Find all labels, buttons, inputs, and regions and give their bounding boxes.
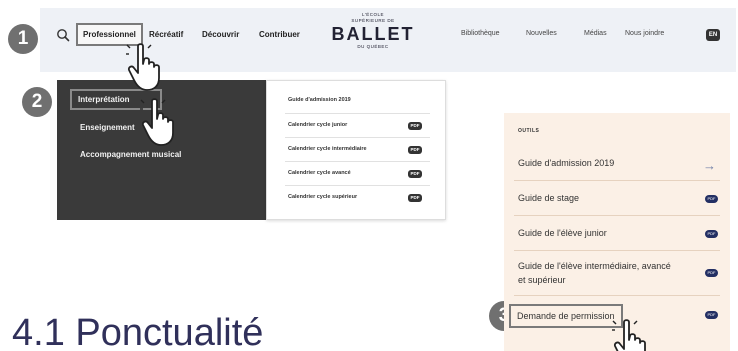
tool-guide-stage[interactable]: Guide de stage bbox=[518, 193, 579, 203]
pdf-badge: PDF bbox=[408, 146, 422, 154]
divider bbox=[285, 137, 430, 138]
pdf-badge: PDF bbox=[408, 194, 422, 202]
nav-nous-joindre[interactable]: Nous joindre bbox=[625, 30, 664, 37]
nav-decouvrir[interactable]: Découvrir bbox=[202, 30, 239, 39]
nav-bibliotheque[interactable]: Bibliothèque bbox=[461, 30, 500, 37]
logo-line3: DU QUÉBEC bbox=[357, 44, 389, 49]
pdf-badge: PDF bbox=[408, 122, 422, 130]
logo-main: BALLET bbox=[331, 24, 415, 44]
pdf-badge: PDF bbox=[705, 195, 718, 203]
submenu-enseignement[interactable]: Enseignement bbox=[80, 123, 135, 132]
hand-pointer-icon bbox=[140, 98, 174, 146]
step-1-marker: 1 bbox=[8, 24, 38, 54]
divider bbox=[285, 185, 430, 186]
divider bbox=[514, 215, 720, 216]
tool-guide-admission[interactable]: Guide d'admission 2019 bbox=[518, 158, 614, 168]
tools-label: OUTILS bbox=[518, 128, 540, 134]
calendar-intermediate-link[interactable]: Calendrier cycle intermédiaire bbox=[288, 146, 367, 152]
nav-recreatif[interactable]: Récréatif bbox=[149, 30, 183, 39]
language-toggle[interactable]: EN bbox=[706, 29, 720, 41]
hand-pointer-icon bbox=[612, 319, 646, 351]
tool-demande-permission[interactable]: Demande de permission bbox=[509, 304, 623, 328]
divider bbox=[514, 180, 720, 181]
divider bbox=[514, 250, 720, 251]
pdf-badge: PDF bbox=[705, 230, 718, 238]
step-2-marker: 2 bbox=[22, 87, 52, 117]
divider bbox=[285, 161, 430, 162]
submenu-accompagnement[interactable]: Accompagnement musical bbox=[80, 150, 181, 159]
tool-guide-intermediate[interactable]: Guide de l'élève intermédiaire, avancé e… bbox=[518, 259, 678, 287]
calendar-advanced-link[interactable]: Calendrier cycle avancé bbox=[288, 170, 351, 176]
guide-admission-link[interactable]: Guide d'admission 2019 bbox=[288, 97, 351, 103]
calendar-junior-link[interactable]: Calendrier cycle junior bbox=[288, 122, 347, 128]
pdf-badge: PDF bbox=[408, 170, 422, 178]
nav-contribuer[interactable]: Contribuer bbox=[259, 30, 300, 39]
divider bbox=[514, 295, 720, 296]
section-heading: 4.1 Ponctualité bbox=[12, 312, 264, 351]
hand-pointer-icon bbox=[126, 43, 160, 91]
search-icon[interactable] bbox=[56, 28, 70, 42]
arrow-right-icon: → bbox=[703, 158, 716, 173]
pdf-badge: PDF bbox=[705, 311, 718, 319]
calendar-superior-link[interactable]: Calendrier cycle supérieur bbox=[288, 194, 357, 200]
divider bbox=[285, 113, 430, 114]
nav-nouvelles[interactable]: Nouvelles bbox=[526, 30, 557, 37]
site-logo[interactable]: L'ÉCOLE SUPÉRIEURE DE BALLET DU QUÉBEC bbox=[330, 12, 416, 50]
pdf-badge: PDF bbox=[705, 269, 718, 277]
nav-medias[interactable]: Médias bbox=[584, 30, 607, 37]
tool-guide-junior[interactable]: Guide de l'élève junior bbox=[518, 228, 607, 238]
